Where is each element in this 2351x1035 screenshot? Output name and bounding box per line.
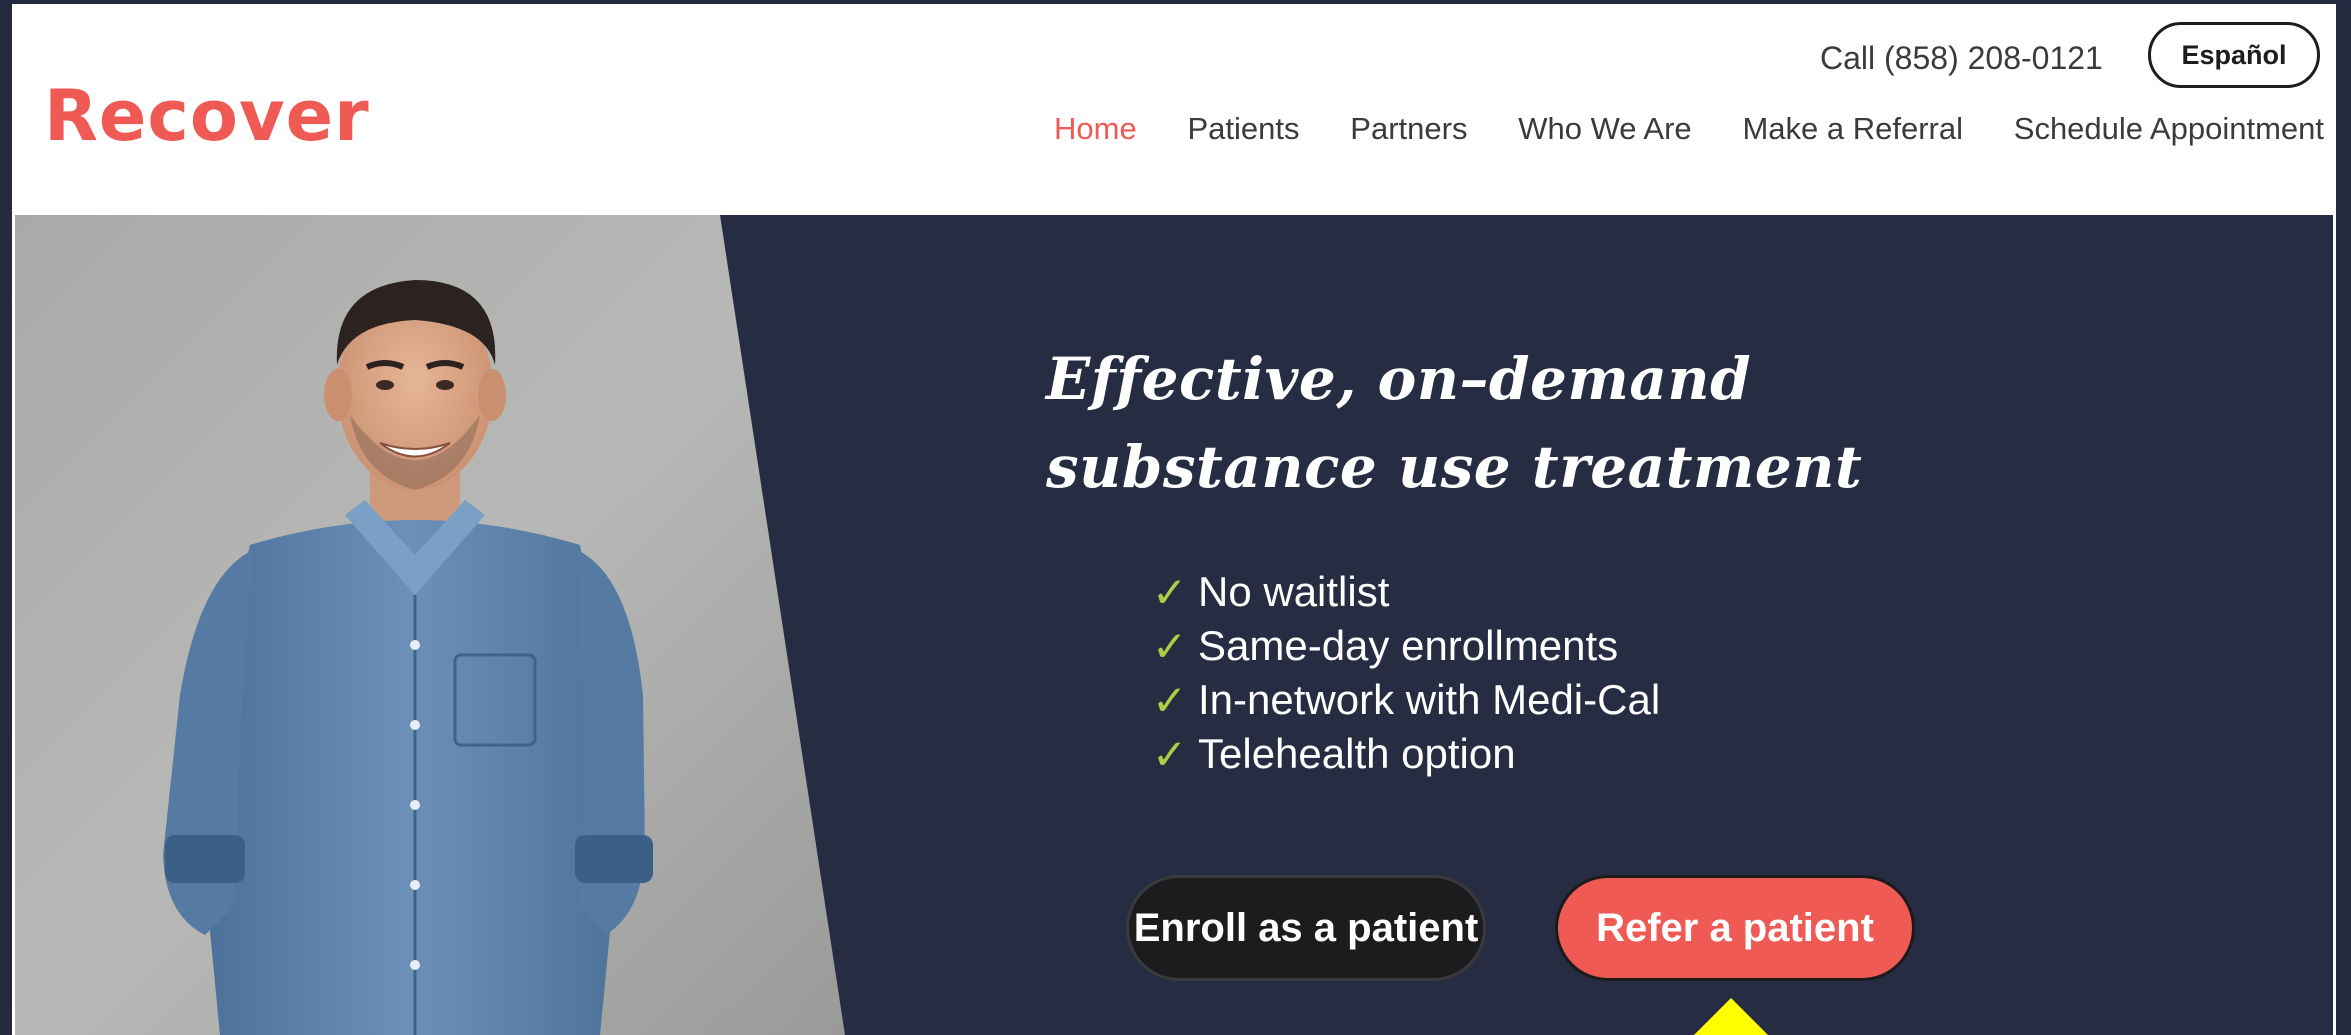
check-icon: ✓ (1152, 675, 1188, 725)
page: Recover Call (858) 208-0121 Español Home… (12, 4, 2336, 1035)
site-header: Recover Call (858) 208-0121 Español Home… (12, 4, 2336, 215)
check-icon: ✓ (1152, 567, 1188, 617)
enroll-as-patient-button[interactable]: Enroll as a patient (1126, 875, 1486, 981)
headline-line-2: substance use treatment (1046, 433, 1863, 501)
check-icon: ✓ (1152, 621, 1188, 671)
feature-text: No waitlist (1198, 568, 1390, 615)
nav-home[interactable]: Home (1054, 107, 1137, 151)
feature-text: Telehealth option (1198, 730, 1516, 777)
espanol-button[interactable]: Español (2148, 22, 2320, 88)
pointer-arrow-icon (1685, 998, 1777, 1035)
nav-schedule-appointment[interactable]: Schedule Appointment (2014, 107, 2324, 151)
main-nav: Home Patients Partners Who We Are Make a… (1054, 107, 2324, 151)
nav-partners[interactable]: Partners (1350, 107, 1467, 151)
nav-who-we-are[interactable]: Who We Are (1518, 107, 1691, 151)
feature-item: ✓ Same-day enrollments (1152, 619, 1660, 673)
nav-make-a-referral[interactable]: Make a Referral (1742, 107, 1963, 151)
feature-item: ✓ In-network with Medi-Cal (1152, 673, 1660, 727)
feature-list: ✓ No waitlist ✓ Same-day enrollments ✓ I… (1152, 565, 1660, 781)
recover-logo[interactable]: Recover (44, 76, 370, 156)
feature-text: In-network with Medi-Cal (1198, 676, 1661, 723)
hero-section: Effective, on–demand substance use treat… (15, 215, 2333, 1035)
headline-line-1: Effective, on–demand (1046, 345, 1752, 413)
call-phone-link[interactable]: Call (858) 208-0121 (1820, 36, 2103, 80)
refer-a-patient-button[interactable]: Refer a patient (1555, 875, 1915, 981)
logo-text: Recover (44, 75, 370, 157)
hero-headline: Effective, on–demand substance use treat… (1046, 335, 1946, 511)
feature-item: ✓ No waitlist (1152, 565, 1660, 619)
nav-patients[interactable]: Patients (1187, 107, 1299, 151)
feature-item: ✓ Telehealth option (1152, 727, 1660, 781)
check-icon: ✓ (1152, 729, 1188, 779)
feature-text: Same-day enrollments (1198, 622, 1619, 669)
